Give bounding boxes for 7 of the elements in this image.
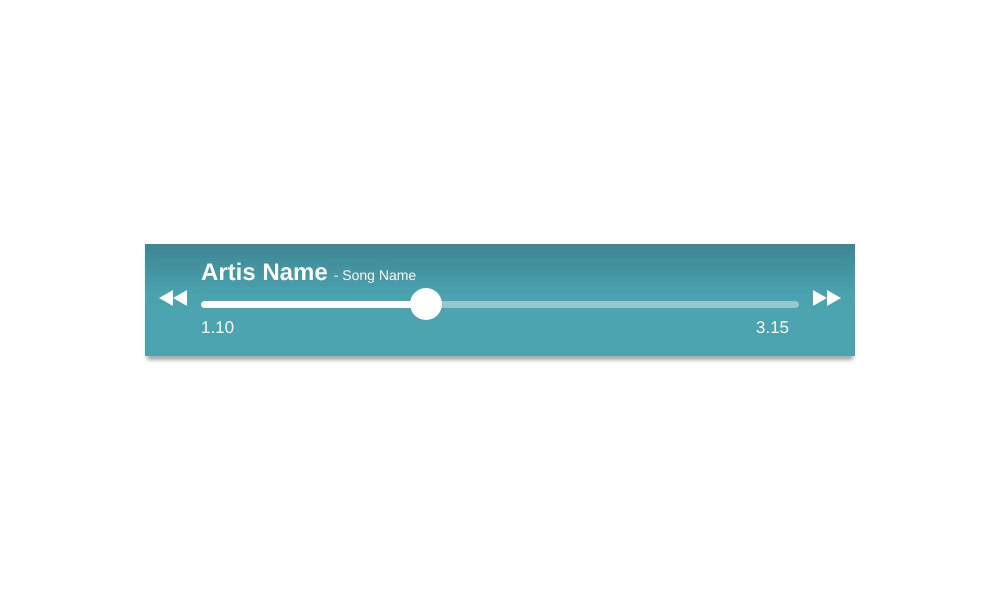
song-name: - Song Name — [334, 266, 416, 282]
fast-forward-button[interactable] — [812, 288, 842, 308]
total-time: 3.15 — [756, 318, 789, 338]
elapsed-time: 1.10 — [201, 318, 234, 338]
artist-name: Artis Name — [201, 258, 328, 286]
rewind-button[interactable] — [158, 288, 188, 308]
slider-thumb[interactable] — [410, 288, 442, 320]
